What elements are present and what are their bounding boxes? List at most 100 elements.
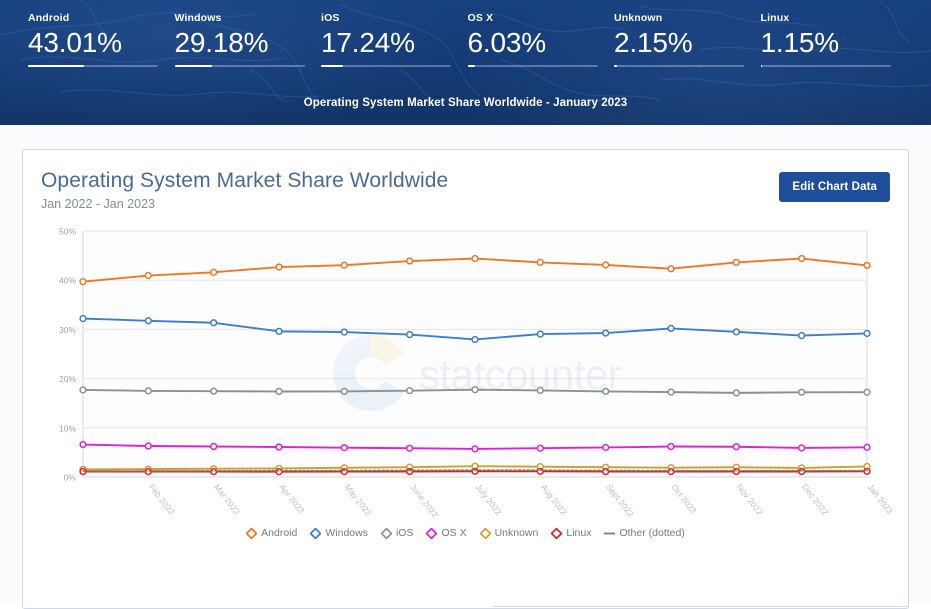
series-data-point[interactable] xyxy=(799,256,805,262)
series-data-point[interactable] xyxy=(80,316,86,322)
series-data-point[interactable] xyxy=(80,442,86,448)
series-data-point[interactable] xyxy=(537,259,543,265)
series-data-point[interactable] xyxy=(276,264,282,270)
series-data-point[interactable] xyxy=(211,269,217,275)
legend-item-android[interactable]: Android xyxy=(246,527,297,539)
stat-value: 2.15% xyxy=(614,26,743,59)
series-data-point[interactable] xyxy=(341,469,347,475)
x-axis-tick-label: July 2022 xyxy=(473,482,503,517)
series-data-point[interactable] xyxy=(799,445,805,451)
stat-progress-bar xyxy=(28,65,158,67)
stat-value: 6.03% xyxy=(468,26,597,59)
series-data-point[interactable] xyxy=(668,266,674,272)
legend-item-ios[interactable]: iOS xyxy=(381,527,414,539)
stat-progress-bar xyxy=(614,65,744,67)
series-data-point[interactable] xyxy=(603,469,609,475)
x-axis-tick-label: Nov 2022 xyxy=(735,482,765,517)
series-data-point[interactable] xyxy=(407,388,413,394)
page-title: Operating System Market Share Worldwide xyxy=(41,168,448,194)
stat-label: Unknown xyxy=(614,12,743,25)
legend-item-linux[interactable]: Linux xyxy=(551,527,591,539)
series-data-point[interactable] xyxy=(276,389,282,395)
edit-chart-data-button[interactable]: Edit Chart Data xyxy=(779,172,890,202)
series-data-point[interactable] xyxy=(407,469,413,475)
series-data-point[interactable] xyxy=(733,444,739,450)
series-data-point[interactable] xyxy=(864,331,870,337)
header-caption: Operating System Market Share Worldwide … xyxy=(0,97,931,109)
legend-diamond-icon xyxy=(426,528,437,539)
legend-item-os-x[interactable]: OS X xyxy=(426,527,466,539)
series-data-point[interactable] xyxy=(799,333,805,339)
chart-card-header: Operating System Market Share Worldwide … xyxy=(41,168,890,213)
series-data-point[interactable] xyxy=(537,331,543,337)
series-data-point[interactable] xyxy=(537,468,543,474)
stat-progress-bar xyxy=(761,65,891,67)
series-data-point[interactable] xyxy=(211,320,217,326)
series-data-point[interactable] xyxy=(341,445,347,451)
series-data-point[interactable] xyxy=(211,444,217,450)
series-data-point[interactable] xyxy=(407,332,413,338)
series-data-point[interactable] xyxy=(145,388,151,394)
series-data-point[interactable] xyxy=(603,388,609,394)
series-data-point[interactable] xyxy=(341,329,347,335)
series-data-point[interactable] xyxy=(145,443,151,449)
legend-item-label: Other (dotted) xyxy=(619,527,684,539)
series-data-point[interactable] xyxy=(145,273,151,279)
series-data-point[interactable] xyxy=(603,445,609,451)
series-data-point[interactable] xyxy=(668,444,674,450)
page-body: Operating System Market Share Worldwide … xyxy=(0,125,931,601)
legend-item-label: Android xyxy=(261,527,297,539)
legend-item-windows[interactable]: Windows xyxy=(310,527,368,539)
series-data-point[interactable] xyxy=(799,389,805,395)
series-data-point[interactable] xyxy=(276,469,282,475)
legend-diamond-icon xyxy=(246,528,257,539)
series-data-point[interactable] xyxy=(211,388,217,394)
series-data-point[interactable] xyxy=(668,389,674,395)
series-data-point[interactable] xyxy=(341,388,347,394)
x-axis-tick-label: Jan 2023 xyxy=(865,482,892,516)
stat-label: Windows xyxy=(175,12,304,25)
series-data-point[interactable] xyxy=(603,262,609,268)
stat-progress-bar xyxy=(175,65,305,67)
series-data-point[interactable] xyxy=(407,445,413,451)
series-data-point[interactable] xyxy=(733,390,739,396)
series-data-point[interactable] xyxy=(733,329,739,335)
stat-label: Linux xyxy=(761,12,890,25)
stat-android: Android 43.01% xyxy=(28,12,175,67)
series-data-point[interactable] xyxy=(864,389,870,395)
series-data-point[interactable] xyxy=(733,259,739,265)
series-data-point[interactable] xyxy=(472,256,478,262)
stat-progress-fill xyxy=(321,65,343,67)
x-axis-tick-label: Sept 2022 xyxy=(604,482,636,519)
series-data-point[interactable] xyxy=(537,388,543,394)
series-data-point[interactable] xyxy=(668,469,674,475)
series-data-point[interactable] xyxy=(407,258,413,264)
legend-item-other-dotted[interactable]: Other (dotted) xyxy=(604,527,684,539)
series-data-point[interactable] xyxy=(80,387,86,393)
series-data-point[interactable] xyxy=(276,328,282,334)
y-axis-tick-label: 40% xyxy=(59,276,76,286)
series-data-point[interactable] xyxy=(733,469,739,475)
stat-value: 43.01% xyxy=(28,26,157,59)
series-data-point[interactable] xyxy=(276,444,282,450)
series-data-point[interactable] xyxy=(668,326,674,332)
legend-diamond-icon xyxy=(551,528,562,539)
series-data-point[interactable] xyxy=(472,446,478,452)
x-axis-tick-label: Oct 2022 xyxy=(669,482,698,516)
series-data-point[interactable] xyxy=(341,262,347,268)
series-data-point[interactable] xyxy=(864,262,870,268)
y-axis-tick-label: 50% xyxy=(59,227,76,237)
series-data-point[interactable] xyxy=(145,318,151,324)
series-data-point[interactable] xyxy=(472,337,478,343)
series-data-point[interactable] xyxy=(537,445,543,451)
y-axis-tick-label: 30% xyxy=(59,325,76,335)
stat-unknown: Unknown 2.15% xyxy=(614,12,761,67)
series-data-point[interactable] xyxy=(603,330,609,336)
stat-progress-bar xyxy=(321,65,451,67)
series-data-point[interactable] xyxy=(472,387,478,393)
series-data-point[interactable] xyxy=(80,279,86,285)
legend-item-unknown[interactable]: Unknown xyxy=(480,527,539,539)
series-data-point[interactable] xyxy=(864,444,870,450)
series-data-point[interactable] xyxy=(472,468,478,474)
y-axis-tick-label: 0% xyxy=(64,473,77,483)
